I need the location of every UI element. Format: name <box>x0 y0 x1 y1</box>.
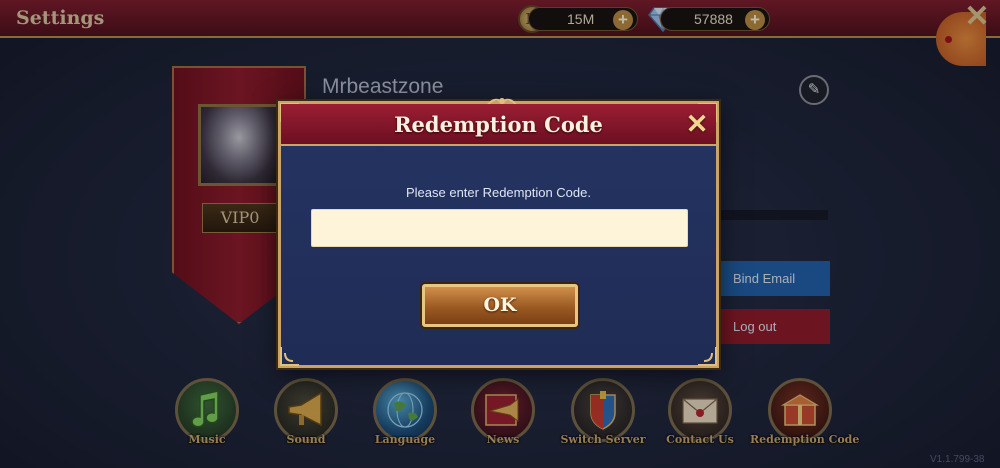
corner-ornament-icon <box>698 347 717 366</box>
redemption-dialog: Redemption Code ✕ Please enter Redemptio… <box>278 98 719 368</box>
ok-button[interactable]: OK <box>422 284 578 327</box>
redemption-code-input[interactable] <box>311 209 688 247</box>
corner-ornament-icon <box>280 347 299 366</box>
close-icon[interactable]: ✕ <box>684 111 710 138</box>
redemption-prompt: Please enter Redemption Code. <box>405 185 591 200</box>
dialog-header: Redemption Code ✕ <box>281 104 716 146</box>
dialog-title: Redemption Code <box>394 112 603 137</box>
